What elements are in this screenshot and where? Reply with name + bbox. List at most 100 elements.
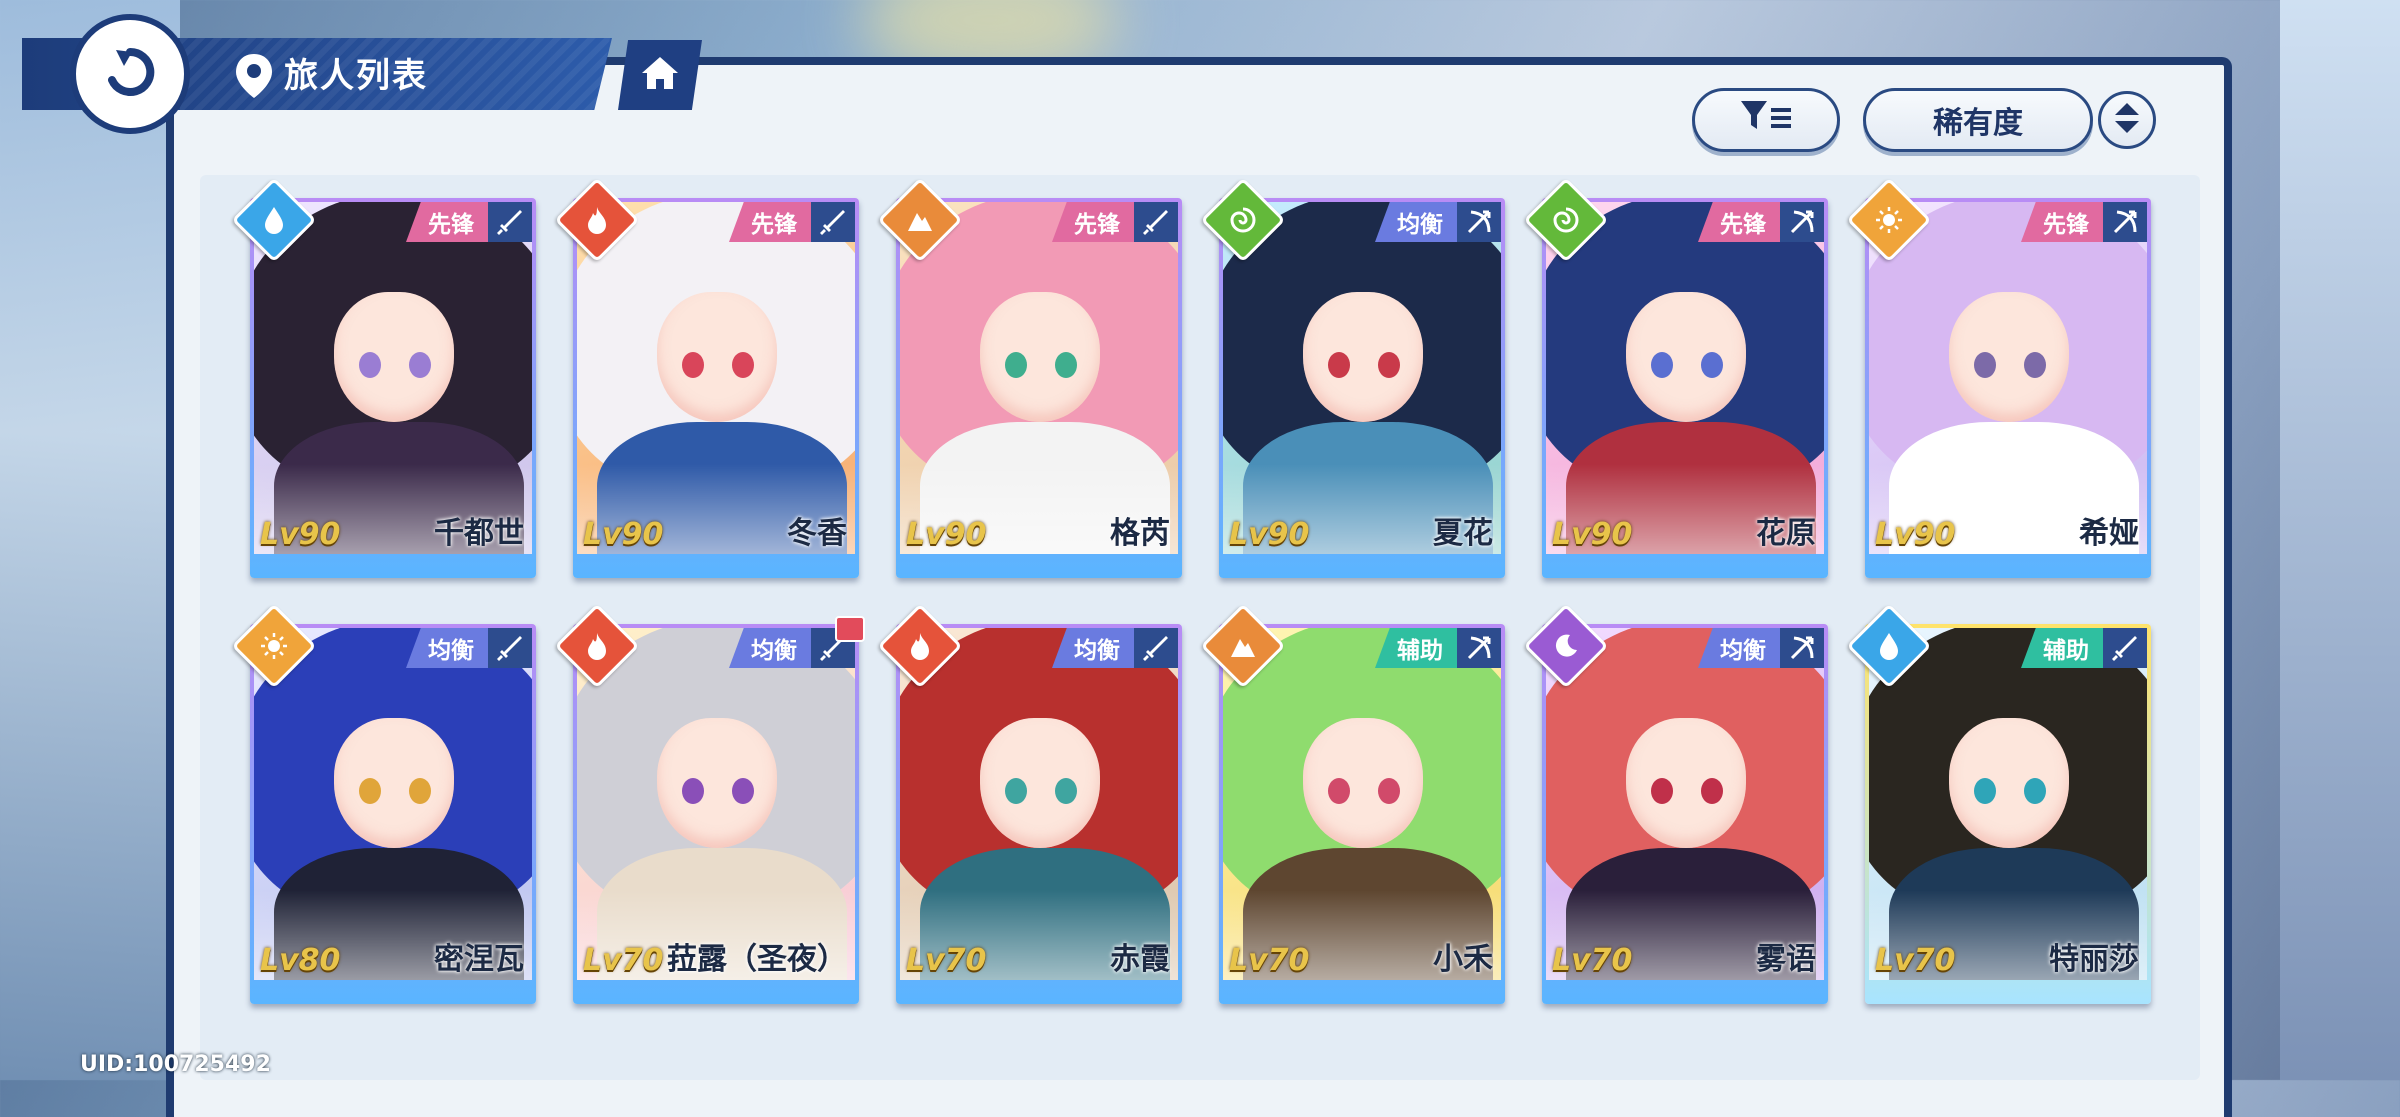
card-frame: Lv90 花原 <box>1542 198 1828 578</box>
card-frame: Lv70 赤霞 <box>896 624 1182 1004</box>
character-card[interactable]: Lv90 花原 先锋 <box>1523 177 1828 578</box>
character-portrait <box>254 628 532 980</box>
character-portrait <box>577 628 855 980</box>
role-label: 辅助 <box>1375 628 1457 668</box>
sort-order-icon <box>2112 100 2142 140</box>
character-card[interactable]: Lv90 千都世 先锋 <box>231 177 536 578</box>
card-frame: Lv90 夏花 <box>1219 198 1505 578</box>
character-grid: Lv90 千都世 先锋 Lv90 冬香 先锋 Lv90 格芮 先锋 Lv90 夏… <box>231 177 2154 1004</box>
character-card[interactable]: Lv90 冬香 先锋 <box>554 177 859 578</box>
character-card[interactable]: Lv70 小禾 辅助 <box>1200 603 1505 1004</box>
character-name: 希娅 <box>2079 516 2139 551</box>
character-portrait <box>1869 628 2147 980</box>
character-name: 赤霞 <box>1110 942 1170 977</box>
user-id: UID:100725492 <box>80 1052 271 1077</box>
role-label: 均衡 <box>1375 202 1457 242</box>
level-label: Lv80 <box>260 943 341 978</box>
sort-dropdown[interactable]: 稀有度 <box>1863 88 2093 152</box>
bow-icon <box>1780 628 1824 668</box>
character-portrait <box>577 202 855 554</box>
level-label: Lv70 <box>906 943 987 978</box>
character-portrait <box>900 628 1178 980</box>
character-portrait <box>1869 202 2147 554</box>
level-label: Lv90 <box>260 517 341 552</box>
level-label: Lv90 <box>583 517 664 552</box>
level-label: Lv90 <box>1552 517 1633 552</box>
character-card[interactable]: Lv70 菈露（圣夜） 均衡 <box>554 603 865 1004</box>
character-name: 菈露（圣夜） <box>667 942 847 977</box>
character-card[interactable]: Lv90 希娅 先锋 <box>1846 177 2151 578</box>
role-tag: 辅助 <box>1375 628 1501 668</box>
card-frame: Lv70 雾语 <box>1542 624 1828 1004</box>
role-tag: 均衡 <box>1698 628 1824 668</box>
role-tag: 先锋 <box>1052 202 1178 242</box>
character-portrait <box>1546 628 1824 980</box>
character-card[interactable]: Lv70 特丽莎 辅助 <box>1846 603 2151 1004</box>
character-name: 夏花 <box>1433 516 1493 551</box>
role-tag: 先锋 <box>2021 202 2147 242</box>
character-card[interactable]: Lv90 格芮 先锋 <box>877 177 1182 578</box>
character-card[interactable]: Lv70 雾语 均衡 <box>1523 603 1828 1004</box>
back-arrow-icon <box>100 42 160 106</box>
role-tag: 均衡 <box>1052 628 1178 668</box>
character-portrait <box>1223 628 1501 980</box>
card-frame: Lv80 密涅瓦 <box>250 624 536 1004</box>
role-label: 均衡 <box>1698 628 1780 668</box>
role-tag: 均衡 <box>406 628 532 668</box>
card-frame: Lv70 菈露（圣夜） <box>573 624 859 1004</box>
role-label: 均衡 <box>729 628 811 668</box>
sword-icon <box>1134 202 1178 242</box>
filter-icon <box>1739 98 1793 142</box>
card-frame: Lv90 格芮 <box>896 198 1182 578</box>
home-button[interactable] <box>618 40 702 110</box>
bow-icon <box>2103 202 2147 242</box>
new-badge-icon <box>835 616 865 642</box>
card-frame: Lv90 希娅 <box>1865 198 2151 578</box>
location-pin-icon <box>232 52 276 100</box>
sword-icon <box>488 628 532 668</box>
background-right <box>2280 0 2400 1080</box>
level-label: Lv90 <box>1875 517 1956 552</box>
character-portrait <box>900 202 1178 554</box>
character-name: 小禾 <box>1433 942 1493 977</box>
sword-icon <box>1134 628 1178 668</box>
back-button[interactable] <box>70 14 190 134</box>
bow-icon <box>1780 202 1824 242</box>
character-portrait <box>1546 202 1824 554</box>
character-card[interactable]: Lv70 赤霞 均衡 <box>877 603 1182 1004</box>
role-label: 先锋 <box>729 202 811 242</box>
sword-icon <box>488 202 532 242</box>
sword-icon <box>811 202 855 242</box>
sort-order-button[interactable] <box>2098 91 2156 149</box>
home-icon <box>640 54 680 96</box>
character-name: 雾语 <box>1756 942 1816 977</box>
card-frame: Lv90 千都世 <box>250 198 536 578</box>
level-label: Lv70 <box>1229 943 1310 978</box>
character-card[interactable]: Lv80 密涅瓦 均衡 <box>231 603 536 1004</box>
role-label: 先锋 <box>2021 202 2103 242</box>
role-label: 先锋 <box>1052 202 1134 242</box>
level-label: Lv70 <box>1875 943 1956 978</box>
character-name: 花原 <box>1756 516 1816 551</box>
card-frame: Lv90 冬香 <box>573 198 859 578</box>
role-tag: 辅助 <box>2021 628 2147 668</box>
level-label: Lv70 <box>583 943 664 978</box>
character-name: 特丽莎 <box>2049 942 2139 977</box>
filter-button[interactable] <box>1692 88 1840 152</box>
character-portrait <box>1223 202 1501 554</box>
character-name: 冬香 <box>787 516 847 551</box>
character-name: 密涅瓦 <box>434 942 524 977</box>
character-card[interactable]: Lv90 夏花 均衡 <box>1200 177 1505 578</box>
character-portrait <box>254 202 532 554</box>
role-label: 均衡 <box>406 628 488 668</box>
sword-icon <box>2103 628 2147 668</box>
role-label: 均衡 <box>1052 628 1134 668</box>
role-tag: 先锋 <box>406 202 532 242</box>
bow-icon <box>1457 202 1501 242</box>
background-window <box>0 0 180 1080</box>
bow-icon <box>1457 628 1501 668</box>
character-name: 千都世 <box>434 516 524 551</box>
level-label: Lv90 <box>906 517 987 552</box>
level-label: Lv90 <box>1229 517 1310 552</box>
role-tag: 先锋 <box>1698 202 1824 242</box>
